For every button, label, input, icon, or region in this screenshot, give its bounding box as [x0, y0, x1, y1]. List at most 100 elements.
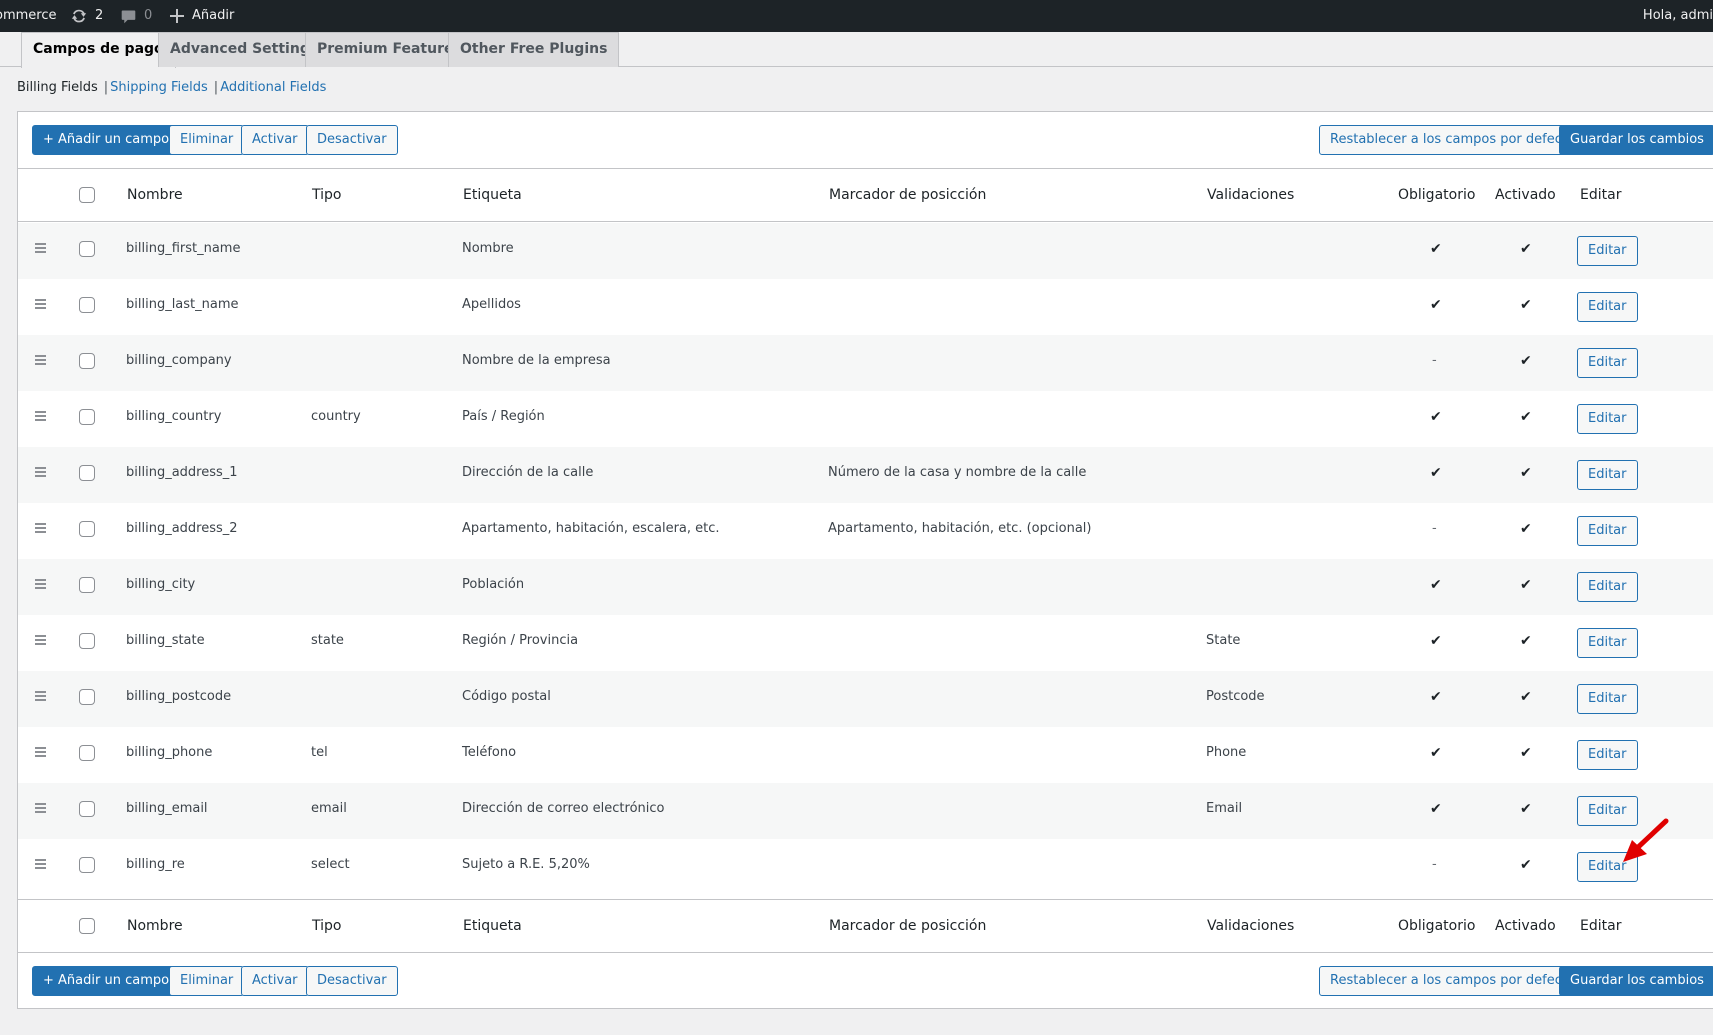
- deactivate-button-bottom[interactable]: Desactivar: [306, 966, 398, 996]
- row-select-checkbox[interactable]: [79, 689, 95, 705]
- comments-link[interactable]: 0: [120, 0, 152, 32]
- edit-field-button[interactable]: Editar: [1577, 684, 1638, 714]
- table-row: billing_country country País / Región ✔ ✔ Edi…: [18, 391, 1713, 447]
- drag-handle-icon[interactable]: [35, 243, 47, 253]
- field-label: Población: [462, 577, 525, 592]
- edit-field-button[interactable]: Editar: [1577, 740, 1638, 770]
- row-select-checkbox[interactable]: [79, 857, 95, 873]
- edit-field-button[interactable]: Editar: [1577, 348, 1638, 378]
- row-select-checkbox[interactable]: [79, 241, 95, 257]
- drag-handle-icon[interactable]: [35, 859, 47, 869]
- edit-field-button[interactable]: Editar: [1577, 404, 1638, 434]
- drag-handle-icon[interactable]: [35, 691, 47, 701]
- row-select-checkbox[interactable]: [79, 409, 95, 425]
- column-footer-name: Nombre: [127, 918, 183, 934]
- field-label: Apartamento, habitación, escalera, etc.: [462, 521, 720, 536]
- table-row: billing_address_2 Apartamento, habitación…: [18, 503, 1713, 559]
- column-header-name: Nombre: [127, 187, 183, 203]
- table-row: billing_state state Región / Provincia Stat…: [18, 615, 1713, 671]
- edit-field-button[interactable]: Editar: [1577, 572, 1638, 602]
- red-arrow-annotation-icon: [1623, 818, 1669, 862]
- required-check-icon: ✔: [1430, 801, 1442, 817]
- updates-icon: [70, 7, 88, 25]
- field-placeholder: Apartamento, habitación, etc. (opcional): [828, 521, 1092, 536]
- save-changes-button-bottom[interactable]: Guardar los cambios: [1559, 966, 1713, 996]
- drag-handle-icon[interactable]: [35, 355, 47, 365]
- table-row: billing_email email Dirección de correo el…: [18, 783, 1713, 839]
- drag-handle-icon[interactable]: [35, 803, 47, 813]
- table-row: billing_phone tel Teléfono Phone ✔ ✔ Editar: [18, 727, 1713, 783]
- my-account-link[interactable]: Hola, admi: [1643, 0, 1713, 32]
- field-label: Nombre: [462, 241, 514, 256]
- field-name: billing_address_1: [126, 465, 238, 480]
- column-header-validations: Validaciones: [1207, 187, 1295, 203]
- row-select-checkbox[interactable]: [79, 577, 95, 593]
- subnav-separator: |: [213, 80, 219, 95]
- field-validations: State: [1206, 633, 1241, 648]
- subnav-additional-fields[interactable]: Additional Fields: [220, 80, 326, 95]
- drag-handle-icon[interactable]: [35, 467, 47, 477]
- subnav-separator: |: [103, 80, 109, 95]
- subnav-billing-fields[interactable]: Billing Fields: [17, 80, 98, 95]
- column-header-edit: Editar: [1580, 187, 1622, 203]
- site-name-link[interactable]: ommerce: [0, 0, 56, 32]
- select-all-checkbox-footer[interactable]: [79, 918, 95, 934]
- new-content-link[interactable]: Añadir: [170, 0, 234, 32]
- field-label: Dirección de la calle: [462, 465, 594, 480]
- drag-handle-icon[interactable]: [35, 523, 47, 533]
- row-select-checkbox[interactable]: [79, 353, 95, 369]
- add-field-button-bottom[interactable]: + Añadir un campo: [32, 966, 181, 996]
- save-changes-button[interactable]: Guardar los cambios: [1559, 125, 1713, 155]
- activate-button-bottom[interactable]: Activar: [241, 966, 309, 996]
- table-row: billing_company Nombre de la empresa - ✔ Edi…: [18, 335, 1713, 391]
- table-row: billing_postcode Código postal Postcode ✔ ✔ E…: [18, 671, 1713, 727]
- updates-link[interactable]: 2: [70, 0, 103, 32]
- edit-field-button[interactable]: Editar: [1577, 628, 1638, 658]
- field-name: billing_city: [126, 577, 196, 592]
- tab-campos-de-pago[interactable]: Campos de pago: [21, 32, 176, 68]
- drag-handle-icon[interactable]: [35, 299, 47, 309]
- add-field-button[interactable]: + Añadir un campo: [32, 125, 181, 155]
- enabled-check-icon: ✔: [1520, 577, 1532, 593]
- table-toolbar-top: + Añadir un campo Eliminar Activar Desac…: [18, 112, 1713, 169]
- field-validations: Phone: [1206, 745, 1247, 760]
- edit-field-button[interactable]: Editar: [1577, 516, 1638, 546]
- field-type: tel: [311, 745, 328, 760]
- enabled-check-icon: ✔: [1520, 297, 1532, 313]
- required-check-icon: ✔: [1430, 577, 1442, 593]
- field-label: Dirección de correo electrónico: [462, 801, 665, 816]
- select-all-checkbox[interactable]: [79, 187, 95, 203]
- deactivate-button[interactable]: Desactivar: [306, 125, 398, 155]
- required-check-icon: ✔: [1430, 241, 1442, 257]
- delete-button-bottom[interactable]: Eliminar: [169, 966, 245, 996]
- field-type: state: [311, 633, 344, 648]
- reset-defaults-button[interactable]: Restablecer a los campos por defecto: [1319, 125, 1586, 155]
- tab-other-free-plugins[interactable]: Other Free Plugins: [448, 32, 620, 67]
- row-select-checkbox[interactable]: [79, 801, 95, 817]
- reset-defaults-button-bottom[interactable]: Restablecer a los campos por defecto: [1319, 966, 1586, 996]
- field-label: Código postal: [462, 689, 551, 704]
- edit-field-button[interactable]: Editar: [1577, 460, 1638, 490]
- row-select-checkbox[interactable]: [79, 521, 95, 537]
- delete-button[interactable]: Eliminar: [169, 125, 245, 155]
- enabled-check-icon: ✔: [1520, 689, 1532, 705]
- subnav-shipping-fields[interactable]: Shipping Fields: [110, 80, 208, 95]
- row-select-checkbox[interactable]: [79, 297, 95, 313]
- field-validations: Email: [1206, 801, 1243, 816]
- field-label: País / Región: [462, 409, 545, 424]
- column-footer-validations: Validaciones: [1207, 918, 1295, 934]
- field-name: billing_address_2: [126, 521, 238, 536]
- drag-handle-icon[interactable]: [35, 747, 47, 757]
- required-check-icon: ✔: [1430, 297, 1442, 313]
- drag-handle-icon[interactable]: [35, 579, 47, 589]
- drag-handle-icon[interactable]: [35, 411, 47, 421]
- table-row: billing_first_name Nombre ✔ ✔ Editar: [18, 223, 1713, 279]
- row-select-checkbox[interactable]: [79, 745, 95, 761]
- row-select-checkbox[interactable]: [79, 633, 95, 649]
- edit-field-button[interactable]: Editar: [1577, 292, 1638, 322]
- edit-field-button[interactable]: Editar: [1577, 236, 1638, 266]
- drag-handle-icon[interactable]: [35, 635, 47, 645]
- row-select-checkbox[interactable]: [79, 465, 95, 481]
- table-toolbar-bottom: + Añadir un campo Eliminar Activar Desac…: [18, 952, 1713, 1009]
- activate-button[interactable]: Activar: [241, 125, 309, 155]
